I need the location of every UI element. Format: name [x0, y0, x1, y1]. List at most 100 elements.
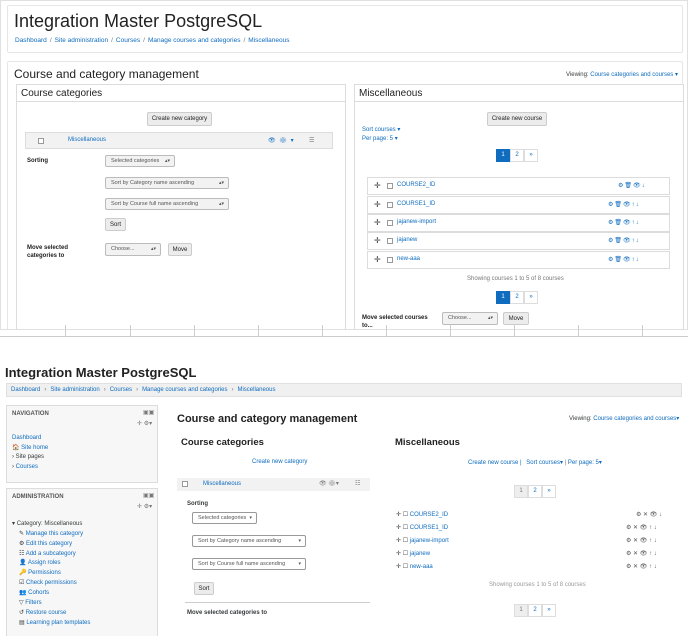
- page-1[interactable]: 1: [496, 291, 510, 304]
- move-icon[interactable]: ✛: [396, 512, 403, 518]
- category-link[interactable]: Miscellaneous: [203, 481, 241, 487]
- sort-button[interactable]: Sort: [105, 218, 126, 231]
- category-actions-icon[interactable]: 👁 ⚙▾: [319, 480, 339, 487]
- admin-item[interactable]: ☑ Check permissions: [19, 579, 77, 586]
- sort-course-select-bottom[interactable]: Sort by Course full name ascending ▾: [192, 558, 306, 570]
- page-2[interactable]: 2: [510, 291, 524, 304]
- sort-courses-link[interactable]: Sort courses▾: [526, 460, 563, 466]
- page-1[interactable]: 1: [514, 604, 528, 617]
- page-2[interactable]: 2: [510, 149, 524, 162]
- course-actions-icon[interactable]: ⚙🗑👁↑↓: [608, 237, 640, 244]
- course-link[interactable]: COURSE1_ID: [397, 201, 435, 207]
- move-block-icon[interactable]: ✛ ⚙▾: [137, 420, 152, 427]
- course-checkbox[interactable]: [387, 220, 393, 226]
- move-block-icon[interactable]: ✛ ⚙▾: [137, 503, 152, 510]
- admin-category[interactable]: ▾ Category: Miscellaneous: [12, 520, 82, 527]
- nav-dashboard[interactable]: Dashboard: [12, 435, 41, 441]
- breadcrumb-site-admin[interactable]: Site administration: [55, 37, 108, 44]
- course-row[interactable]: ✛ ☐ COURSE2_ID: [396, 511, 448, 518]
- move-icon[interactable]: ✛: [396, 564, 403, 570]
- course-link[interactable]: jajanew: [410, 551, 430, 557]
- admin-item[interactable]: ⚙ Edit this category: [19, 540, 72, 547]
- per-page-menu[interactable]: Per page: 5 ▾: [362, 135, 398, 142]
- course-link[interactable]: jajanew-import: [397, 219, 436, 225]
- admin-item[interactable]: ✎ Manage this category: [19, 530, 83, 537]
- per-page-link[interactable]: Per page: 5▾: [568, 460, 602, 466]
- course-actions-icon[interactable]: ⚙ ✕ 👁 ↑ ↓: [626, 524, 657, 531]
- course-checkbox[interactable]: [387, 202, 393, 208]
- course-checkbox[interactable]: ☐: [403, 564, 410, 570]
- viewing-selector[interactable]: Viewing: Course categories and courses ▾: [566, 71, 678, 78]
- course-link[interactable]: COURSE1_ID: [410, 525, 448, 531]
- course-actions-icon[interactable]: ⚙🗑👁↑↓: [608, 219, 640, 226]
- move-courses-select[interactable]: Choose... ▴▾: [442, 312, 498, 325]
- create-course-link[interactable]: Create new course |: [468, 460, 522, 466]
- admin-item[interactable]: ↺ Restore course: [19, 609, 66, 616]
- admin-item[interactable]: ☷ Add a subcategory: [19, 550, 76, 557]
- sort-courses-menu[interactable]: Sort courses ▾: [362, 126, 400, 133]
- page-next[interactable]: »: [524, 291, 538, 304]
- course-actions-icon[interactable]: ⚙ ✕ 👁 ↑ ↓: [626, 550, 657, 557]
- course-checkbox[interactable]: ☐: [403, 525, 410, 531]
- course-link[interactable]: jajanew: [397, 237, 417, 243]
- course-checkbox[interactable]: ☐: [403, 551, 410, 557]
- course-row[interactable]: ✛ jajanew ⚙🗑👁↑↓: [367, 232, 670, 250]
- course-actions-icon[interactable]: ⚙🗑👁↑↓: [608, 256, 640, 263]
- admin-item[interactable]: 🔑 Permissions: [19, 569, 61, 576]
- course-row[interactable]: ✛ ☐ new-aaa: [396, 563, 433, 570]
- move-categories-select[interactable]: Choose... ▴▾: [105, 243, 161, 256]
- create-course-button[interactable]: Create new course: [487, 112, 547, 126]
- course-checkbox[interactable]: ☐: [403, 538, 410, 544]
- course-link[interactable]: new-aaa: [397, 256, 420, 262]
- nav-site-pages[interactable]: › Site pages: [12, 454, 44, 460]
- course-link[interactable]: jajanew-import: [410, 538, 449, 544]
- page-next[interactable]: »: [524, 149, 538, 162]
- viewing-value[interactable]: Course categories and courses: [590, 72, 673, 78]
- course-link[interactable]: COURSE2_ID: [397, 182, 435, 188]
- admin-item[interactable]: 👤 Assign roles: [19, 559, 61, 566]
- course-row[interactable]: ✛ new-aaa ⚙🗑👁↑↓: [367, 251, 670, 269]
- breadcrumb-manage[interactable]: Manage courses and categories: [148, 37, 241, 44]
- move-icon[interactable]: ✛: [396, 538, 403, 544]
- block-actions-icon[interactable]: ▣▣: [143, 492, 154, 499]
- breadcrumb-site-admin[interactable]: Site administration: [50, 387, 99, 393]
- create-category-button[interactable]: Create new category: [147, 112, 212, 126]
- breadcrumb-manage[interactable]: Manage courses and categories: [142, 387, 227, 393]
- move-icon[interactable]: ✛: [374, 218, 381, 227]
- category-actions-icon[interactable]: 👁 ⚙ ▾: [268, 137, 295, 144]
- course-checkbox[interactable]: [387, 238, 393, 244]
- move-icon[interactable]: ✛: [396, 551, 403, 557]
- sort-category-select-bottom[interactable]: Sort by Category name ascending ▾: [192, 535, 306, 547]
- breadcrumb-dashboard[interactable]: Dashboard: [11, 387, 40, 393]
- move-categories-button[interactable]: Move: [168, 243, 192, 256]
- course-row[interactable]: ✛ ☐ COURSE1_ID: [396, 524, 448, 531]
- breadcrumb-dashboard[interactable]: Dashboard: [15, 37, 47, 44]
- sort-course-select[interactable]: Sort by Course full name ascending ▴▾: [105, 198, 229, 210]
- category-row[interactable]: Miscellaneous 👁 ⚙ ▾ ☰: [25, 132, 333, 149]
- category-link[interactable]: Miscellaneous: [68, 137, 106, 143]
- move-icon[interactable]: ✛: [374, 255, 381, 264]
- page-1[interactable]: 1: [496, 149, 510, 162]
- viewing-value[interactable]: Course categories and courses: [593, 416, 676, 422]
- course-actions-icon[interactable]: ⚙ ✕ 👁 ↑ ↓: [626, 537, 657, 544]
- course-checkbox[interactable]: [387, 257, 393, 263]
- page-next[interactable]: »: [542, 604, 556, 617]
- course-row[interactable]: ✛ ☐ jajanew-import: [396, 537, 449, 544]
- breadcrumb-misc[interactable]: Miscellaneous: [248, 37, 289, 44]
- nav-courses[interactable]: › Courses: [12, 464, 38, 470]
- course-actions-icon[interactable]: ⚙ ✕ 👁 ↓: [636, 511, 662, 518]
- category-checkbox[interactable]: [38, 138, 44, 144]
- page-1[interactable]: 1: [514, 485, 528, 498]
- admin-item[interactable]: 👥 Cohorts: [19, 589, 49, 596]
- breadcrumb-courses[interactable]: Courses: [110, 387, 132, 393]
- move-courses-button[interactable]: Move: [503, 312, 529, 325]
- page-next[interactable]: »: [542, 485, 556, 498]
- sorting-select[interactable]: Selected categories ▴▾: [105, 155, 175, 167]
- breadcrumb-misc[interactable]: Miscellaneous: [237, 387, 275, 393]
- course-row[interactable]: ✛ ☐ jajanew: [396, 550, 430, 557]
- course-link[interactable]: COURSE2_ID: [410, 512, 448, 518]
- nav-site-home[interactable]: 🏠 Site home: [12, 444, 48, 451]
- page-2[interactable]: 2: [528, 485, 542, 498]
- move-icon[interactable]: ✛: [374, 236, 381, 245]
- admin-item[interactable]: ▤ Learning plan templates: [19, 619, 90, 626]
